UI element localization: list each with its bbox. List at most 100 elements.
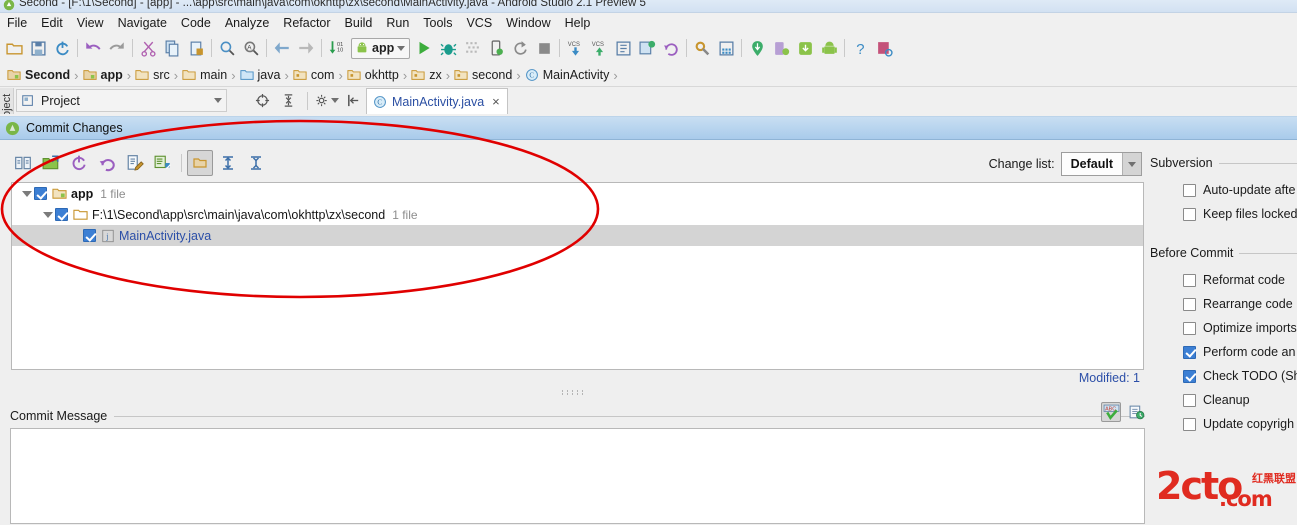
menu-view[interactable]: View	[70, 15, 111, 31]
find-icon[interactable]	[215, 36, 239, 60]
option-check-todo[interactable]: Check TODO (Sh	[1150, 364, 1297, 388]
sort-numeric-icon[interactable]: 01 10	[325, 36, 349, 60]
table-row[interactable]: j MainActivity.java	[12, 225, 1143, 246]
menu-build[interactable]: Build	[338, 15, 380, 31]
breadcrumb-item-java[interactable]: java	[237, 68, 284, 82]
rerun-icon[interactable]	[508, 36, 532, 60]
gear-icon[interactable]	[315, 89, 339, 113]
breadcrumb-item-second[interactable]: Second	[4, 68, 73, 82]
row-checkbox[interactable]	[55, 208, 68, 221]
option-checkbox[interactable]	[1183, 183, 1196, 197]
cut-icon[interactable]	[136, 36, 160, 60]
coverage-icon[interactable]	[460, 36, 484, 60]
menu-tools[interactable]: Tools	[416, 15, 459, 31]
breadcrumb-item-zx[interactable]: zx	[408, 68, 445, 82]
project-view-selector[interactable]: Project	[16, 89, 227, 112]
breadcrumb-item-src[interactable]: src	[132, 68, 173, 82]
vcs-changes-icon[interactable]	[635, 36, 659, 60]
changelist-combo[interactable]: Default	[1060, 152, 1142, 176]
menu-file[interactable]: File	[0, 15, 34, 31]
option-keep-files-locked[interactable]: Keep files locked	[1150, 202, 1297, 226]
breadcrumb-item-main[interactable]: main	[179, 68, 230, 82]
option-rearrange-code[interactable]: Rearrange code	[1150, 292, 1297, 316]
scroll-from-source-icon[interactable]	[250, 89, 274, 113]
avd-manager-icon[interactable]	[769, 36, 793, 60]
breadcrumb-item-second-pkg[interactable]: second	[451, 68, 515, 82]
sdk-download-icon[interactable]	[745, 36, 769, 60]
menu-edit[interactable]: Edit	[34, 15, 70, 31]
debug-icon[interactable]	[436, 36, 460, 60]
changes-tree[interactable]: app 1 file F:\1\Second\app\src\main\java…	[11, 182, 1144, 370]
commit-message-input[interactable]	[10, 428, 1145, 524]
splitter-handle[interactable]	[0, 386, 1146, 396]
option-checkbox[interactable]	[1183, 297, 1196, 311]
expand-all-icon[interactable]	[215, 150, 241, 176]
menu-run[interactable]: Run	[379, 15, 416, 31]
breadcrumb-item-com[interactable]: com	[290, 68, 338, 82]
sync-icon[interactable]	[50, 36, 74, 60]
expand-arrow-icon[interactable]	[20, 190, 34, 197]
group-by-directory-icon[interactable]	[187, 150, 213, 176]
option-checkbox[interactable]	[1183, 273, 1196, 287]
settings-icon[interactable]	[690, 36, 714, 60]
menu-window[interactable]: Window	[499, 15, 557, 31]
refresh-icon[interactable]	[66, 150, 92, 176]
collapse-all-icon[interactable]	[276, 89, 300, 113]
layout-inspector-icon[interactable]	[872, 36, 896, 60]
table-row[interactable]: F:\1\Second\app\src\main\java\com\okhttp…	[12, 204, 1143, 225]
save-all-icon[interactable]	[26, 36, 50, 60]
collapse-all-icon[interactable]	[243, 150, 269, 176]
option-checkbox[interactable]	[1183, 417, 1196, 431]
menu-analyze[interactable]: Analyze	[218, 15, 276, 31]
vcs-history-icon[interactable]	[611, 36, 635, 60]
option-cleanup[interactable]: Cleanup	[1150, 388, 1297, 412]
option-checkbox[interactable]	[1183, 345, 1196, 359]
sidebar-item-project-vertical[interactable]: Project	[0, 88, 14, 114]
table-row[interactable]: app 1 file	[12, 183, 1143, 204]
chevron-down-icon[interactable]	[1122, 153, 1141, 175]
stop-icon[interactable]	[532, 36, 556, 60]
vcs-rollback-icon[interactable]	[659, 36, 683, 60]
run-configuration-selector[interactable]: app	[351, 37, 411, 59]
breadcrumb-item-mainactivity[interactable]: C MainActivity	[522, 68, 613, 82]
tab-mainactivity-java[interactable]: C MainActivity.java ×	[366, 88, 508, 114]
option-optimize-imports[interactable]: Optimize imports	[1150, 316, 1297, 340]
menu-help[interactable]: Help	[558, 15, 598, 31]
sdk-manager-icon[interactable]	[793, 36, 817, 60]
back-icon[interactable]	[270, 36, 294, 60]
menu-vcs[interactable]: VCS	[459, 15, 499, 31]
hide-toolwindow-icon[interactable]	[341, 89, 365, 113]
option-perform-code-analysis[interactable]: Perform code an	[1150, 340, 1297, 364]
spellcheck-icon[interactable]: ABC	[1101, 402, 1121, 422]
replace-icon[interactable]: A	[239, 36, 263, 60]
option-checkbox[interactable]	[1183, 207, 1196, 221]
show-diff-icon[interactable]	[10, 150, 36, 176]
attach-debugger-icon[interactable]	[484, 36, 508, 60]
copy-icon[interactable]	[160, 36, 184, 60]
close-icon[interactable]: ×	[492, 94, 500, 109]
breadcrumb-item-app[interactable]: app	[80, 68, 126, 82]
message-history-icon[interactable]	[1126, 402, 1146, 422]
project-structure-icon[interactable]	[714, 36, 738, 60]
android-device-icon[interactable]	[817, 36, 841, 60]
edit-source-icon[interactable]	[122, 150, 148, 176]
undo-icon[interactable]	[81, 36, 105, 60]
open-folder-icon[interactable]	[2, 36, 26, 60]
option-reformat-code[interactable]: Reformat code	[1150, 268, 1297, 292]
show-as-tree-icon[interactable]	[150, 150, 176, 176]
rollback-icon[interactable]	[94, 150, 120, 176]
expand-arrow-icon[interactable]	[41, 211, 55, 218]
menu-refactor[interactable]: Refactor	[276, 15, 337, 31]
row-checkbox[interactable]	[34, 187, 47, 200]
menu-code[interactable]: Code	[174, 15, 218, 31]
menu-navigate[interactable]: Navigate	[111, 15, 174, 31]
vcs-update-icon[interactable]: VCS	[563, 36, 587, 60]
redo-icon[interactable]	[105, 36, 129, 60]
breadcrumb-item-okhttp[interactable]: okhttp	[344, 68, 402, 82]
option-auto-update[interactable]: Auto-update afte	[1150, 178, 1297, 202]
run-icon[interactable]	[412, 36, 436, 60]
move-to-changelist-icon[interactable]	[38, 150, 64, 176]
help-icon[interactable]: ?	[848, 36, 872, 60]
option-checkbox[interactable]	[1183, 321, 1196, 335]
option-checkbox[interactable]	[1183, 369, 1196, 383]
